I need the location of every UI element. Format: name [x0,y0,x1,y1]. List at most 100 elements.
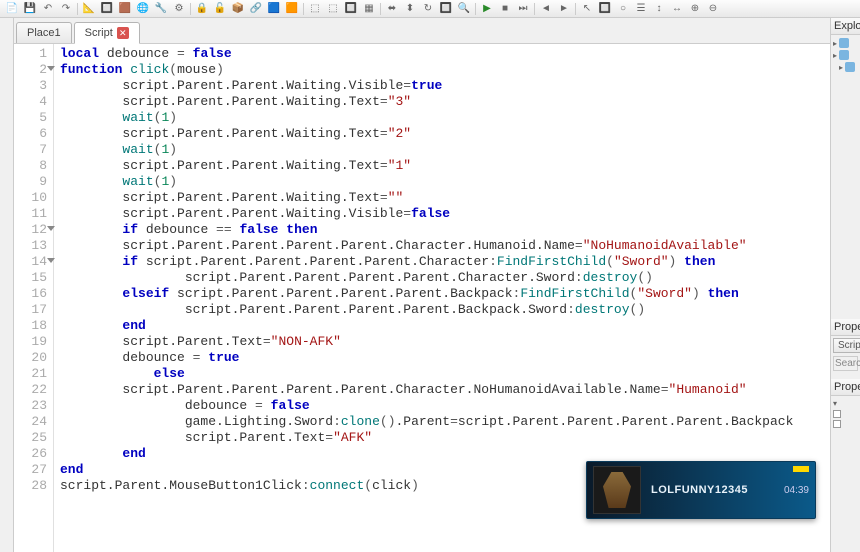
toolbar-button-icon[interactable]: ▦ [361,2,377,16]
code-line[interactable]: script.Parent.Parent.Waiting.Text="2" [60,126,830,142]
toolbar-separator [575,3,576,15]
code-line[interactable]: debounce = false [60,398,830,414]
code-line[interactable]: script.Parent.Parent.Waiting.Text="3" [60,94,830,110]
toolbar-button-icon[interactable]: 🔲 [343,2,359,16]
toolbar-button-icon[interactable]: ↖ [579,2,595,16]
code-line[interactable]: script.Parent.Parent.Waiting.Text="1" [60,158,830,174]
line-number: 16 [14,286,53,302]
toolbar-button-icon[interactable]: ☰ [633,2,649,16]
code-line[interactable]: script.Parent.Parent.Waiting.Visible=fal… [60,206,830,222]
toolbar-button-icon[interactable]: ○ [615,2,631,16]
code-line[interactable]: debounce = true [60,350,830,366]
line-number: 4 [14,94,53,110]
line-number: 28 [14,478,53,494]
tab-place1[interactable]: Place1 [16,22,72,43]
line-number: 11 [14,206,53,222]
toolbar-button-icon[interactable]: ⬍ [402,2,418,16]
friend-notification[interactable]: LOLFUNNY12345 04:39 [586,461,816,519]
code-line[interactable]: wait(1) [60,110,830,126]
code-line[interactable]: script.Parent.Text="AFK" [60,430,830,446]
code-line[interactable]: script.Parent.Parent.Parent.Parent.Chara… [60,238,830,254]
toolbar-button-icon[interactable]: ◄ [538,2,554,16]
tree-item[interactable]: ▸ [839,61,858,73]
properties-header-2[interactable]: Properties [831,379,860,396]
fold-marker-icon[interactable] [47,226,55,231]
code-line[interactable]: game.Lighting.Sword:clone().Parent=scrip… [60,414,830,430]
toolbar-button-icon[interactable]: ⚙ [171,2,187,16]
toolbar-button-icon[interactable]: 🔗 [248,2,264,16]
main-toolbar: 📄💾↶↷📐🔲🟫🌐🔧⚙🔒🔓📦🔗🟦🟧⬚⬚🔲▦⬌⬍↻🔲🔍▶■⏭◄►↖🔲○☰↕↔⊕⊖ [0,0,860,18]
toolbar-button-icon[interactable]: ↔ [669,2,685,16]
code-line[interactable]: script.Parent.Parent.Waiting.Visible=tru… [60,78,830,94]
chevron-right-icon[interactable]: ▸ [833,39,837,48]
toolbar-button-icon[interactable]: ⬚ [307,2,323,16]
toolbar-button-icon[interactable]: 🌐 [135,2,151,16]
toolbar-button-icon[interactable]: ⊖ [705,2,721,16]
toolbar-button-icon[interactable]: 🔲 [438,2,454,16]
toolbar-button-icon[interactable]: ⬚ [325,2,341,16]
explorer-header[interactable]: Explorer [831,18,860,35]
line-number: 10 [14,190,53,206]
toolbar-button-icon[interactable]: ↻ [420,2,436,16]
close-icon[interactable]: ✕ [117,27,129,39]
code-line[interactable]: if debounce == false then [60,222,830,238]
chevron-right-icon[interactable]: ▸ [839,63,843,72]
tree-item[interactable]: ▸ [833,49,858,61]
toolbar-button-icon[interactable]: ↕ [651,2,667,16]
toolbar-button-icon[interactable]: ▶ [479,2,495,16]
toolbar-button-icon[interactable]: 🔒 [194,2,210,16]
toolbar-button-icon[interactable]: 🔧 [153,2,169,16]
code-line[interactable]: wait(1) [60,142,830,158]
code-line[interactable]: function click(mouse) [60,62,830,78]
avatar [593,466,641,514]
toolbar-separator [534,3,535,15]
script-filter-button[interactable]: Script [833,338,860,353]
toolbar-button-icon[interactable]: 🔲 [597,2,613,16]
left-gutter [0,18,14,552]
chevron-right-icon[interactable]: ▸ [833,51,837,60]
object-icon [845,62,855,72]
code-line[interactable]: script.Parent.Parent.Parent.Parent.Chara… [60,270,830,286]
toolbar-button-icon[interactable]: 📐 [81,2,97,16]
code-line[interactable]: script.Parent.Parent.Parent.Parent.Backp… [60,302,830,318]
code-line[interactable]: else [60,366,830,382]
toolbar-button-icon[interactable]: ■ [497,2,513,16]
toolbar-button-icon[interactable]: 📄 [4,2,20,16]
object-icon [839,38,849,48]
toolbar-button-icon[interactable]: ⏭ [515,2,531,16]
toolbar-button-icon[interactable]: ↷ [58,2,74,16]
properties-search[interactable]: Search [833,356,858,371]
code-line[interactable]: script.Parent.Parent.Parent.Parent.Chara… [60,382,830,398]
toolbar-button-icon[interactable]: ⊕ [687,2,703,16]
toolbar-button-icon[interactable]: 💾 [22,2,38,16]
notification-username: LOLFUNNY12345 [651,484,748,496]
line-number: 25 [14,430,53,446]
toolbar-button-icon[interactable]: 🔓 [212,2,228,16]
line-number: 3 [14,78,53,94]
toolbar-button-icon[interactable]: 📦 [230,2,246,16]
tree-item[interactable]: ▸ [833,37,858,49]
code-line[interactable]: elseif script.Parent.Parent.Parent.Paren… [60,286,830,302]
code-line[interactable]: local debounce = false [60,46,830,62]
toolbar-button-icon[interactable]: 🔲 [99,2,115,16]
toolbar-button-icon[interactable]: 🔍 [456,2,472,16]
code-line[interactable]: end [60,446,830,462]
properties-header[interactable]: Properties [831,319,860,336]
code-line[interactable]: script.Parent.Parent.Waiting.Text="" [60,190,830,206]
code-line[interactable]: wait(1) [60,174,830,190]
fold-marker-icon[interactable] [47,66,55,71]
code-line[interactable]: if script.Parent.Parent.Parent.Parent.Ch… [60,254,830,270]
toolbar-button-icon[interactable]: 🟧 [284,2,300,16]
avatar-image-icon [603,472,631,508]
code-line[interactable]: script.Parent.Text="NON-AFK" [60,334,830,350]
line-number: 20 [14,350,53,366]
toolbar-button-icon[interactable]: ► [556,2,572,16]
code-line[interactable]: end [60,318,830,334]
fold-marker-icon[interactable] [47,258,55,263]
tab-script[interactable]: Script✕ [74,22,140,44]
toolbar-button-icon[interactable]: ⬌ [384,2,400,16]
toolbar-button-icon[interactable]: 🟦 [266,2,282,16]
toolbar-button-icon[interactable]: 🟫 [117,2,133,16]
toolbar-separator [475,3,476,15]
toolbar-button-icon[interactable]: ↶ [40,2,56,16]
